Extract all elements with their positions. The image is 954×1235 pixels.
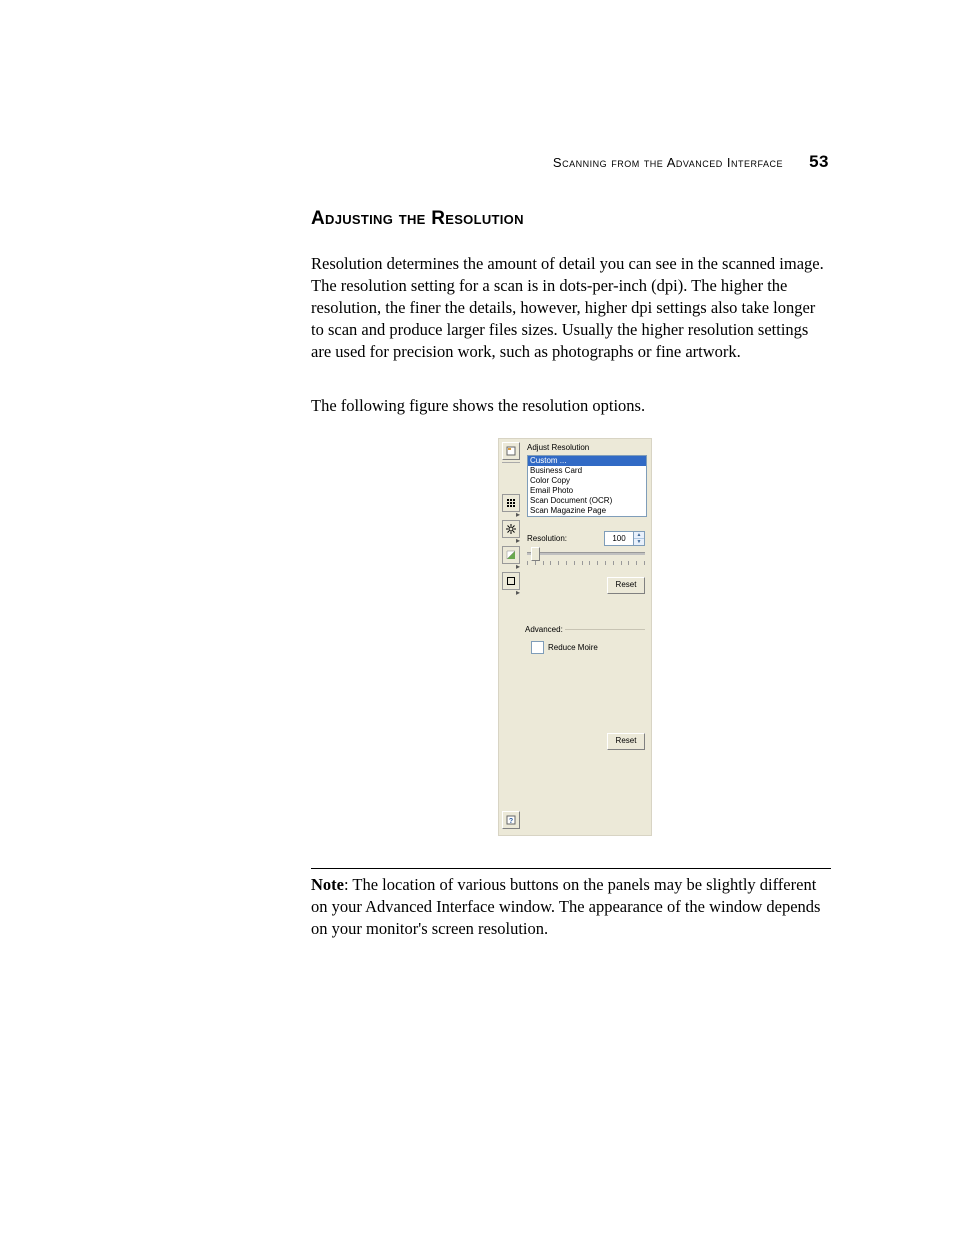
preset-item-email-photo[interactable]: Email Photo — [528, 486, 646, 496]
section-title: Adjusting the Resolution — [311, 208, 524, 230]
page-number: 53 — [809, 152, 829, 171]
spinner-up-icon[interactable]: ▲ — [634, 532, 644, 539]
resolution-panel-figure: ▸ ▸ ▸ ▸ Adjust Resolution Custom ... Bus… — [498, 438, 652, 836]
preset-item-color-copy[interactable]: Color Copy — [528, 476, 646, 486]
help-button-wrap: ? — [502, 811, 520, 831]
reset-advanced-wrap: Reset — [607, 733, 645, 750]
panel-title: Adjust Resolution — [527, 443, 589, 452]
resolution-label: Resolution: — [527, 534, 567, 543]
note-rule — [311, 868, 831, 869]
preset-listbox[interactable]: Custom ... Business Card Color Copy Emai… — [527, 455, 647, 517]
chevron-right-icon: ▸ — [502, 564, 520, 570]
advanced-divider — [565, 629, 645, 630]
preset-item-custom[interactable]: Custom ... — [528, 456, 646, 466]
divider — [502, 462, 520, 463]
svg-text:?: ? — [509, 818, 513, 825]
preset-item-scan-document-ocr[interactable]: Scan Document (OCR) — [528, 496, 646, 506]
reduce-moire-row: Reduce Moire — [531, 641, 598, 654]
reduce-moire-checkbox[interactable] — [531, 641, 544, 654]
advanced-label: Advanced: — [525, 625, 563, 634]
resolution-input-wrap: 100 ▲ ▼ — [604, 531, 645, 546]
reset-resolution-wrap: Reset — [607, 577, 645, 594]
slider-thumb[interactable] — [531, 547, 540, 561]
help-icon[interactable]: ? — [502, 811, 520, 829]
new-scan-icon[interactable] — [502, 442, 520, 460]
reset-advanced-button[interactable]: Reset — [607, 733, 645, 750]
chevron-right-icon: ▸ — [502, 590, 520, 596]
reset-resolution-button[interactable]: Reset — [607, 577, 645, 594]
note-text: : The location of various buttons on the… — [311, 875, 820, 938]
intro-paragraph: Resolution determines the amount of deta… — [311, 253, 831, 363]
resolution-row: Resolution: 100 ▲ ▼ — [527, 531, 645, 546]
page-header: Scanning from the Advanced Interface 53 — [553, 152, 829, 172]
note-bold: Note — [311, 875, 344, 894]
chapter-title: Scanning from the Advanced Interface — [553, 155, 783, 170]
slider-track — [527, 552, 645, 555]
reduce-moire-label: Reduce Moire — [548, 643, 598, 652]
resolution-slider[interactable] — [527, 547, 645, 561]
preset-item-scan-magazine-page[interactable]: Scan Magazine Page — [528, 506, 646, 516]
chevron-right-icon: ▸ — [502, 538, 520, 544]
slider-ticks — [527, 561, 645, 567]
note-paragraph: Note: The location of various buttons on… — [311, 874, 831, 940]
spinner-down-icon[interactable]: ▼ — [634, 539, 644, 545]
preset-item-business-card[interactable]: Business Card — [528, 466, 646, 476]
page: Scanning from the Advanced Interface 53 … — [0, 0, 954, 1235]
chevron-right-icon: ▸ — [502, 512, 520, 518]
tool-column: ▸ ▸ ▸ ▸ — [502, 442, 522, 598]
resolution-spinner[interactable]: ▲ ▼ — [634, 531, 645, 546]
spacer — [502, 466, 522, 494]
resolution-field[interactable]: 100 — [604, 531, 634, 546]
lead-in-paragraph: The following figure shows the resolutio… — [311, 395, 831, 417]
